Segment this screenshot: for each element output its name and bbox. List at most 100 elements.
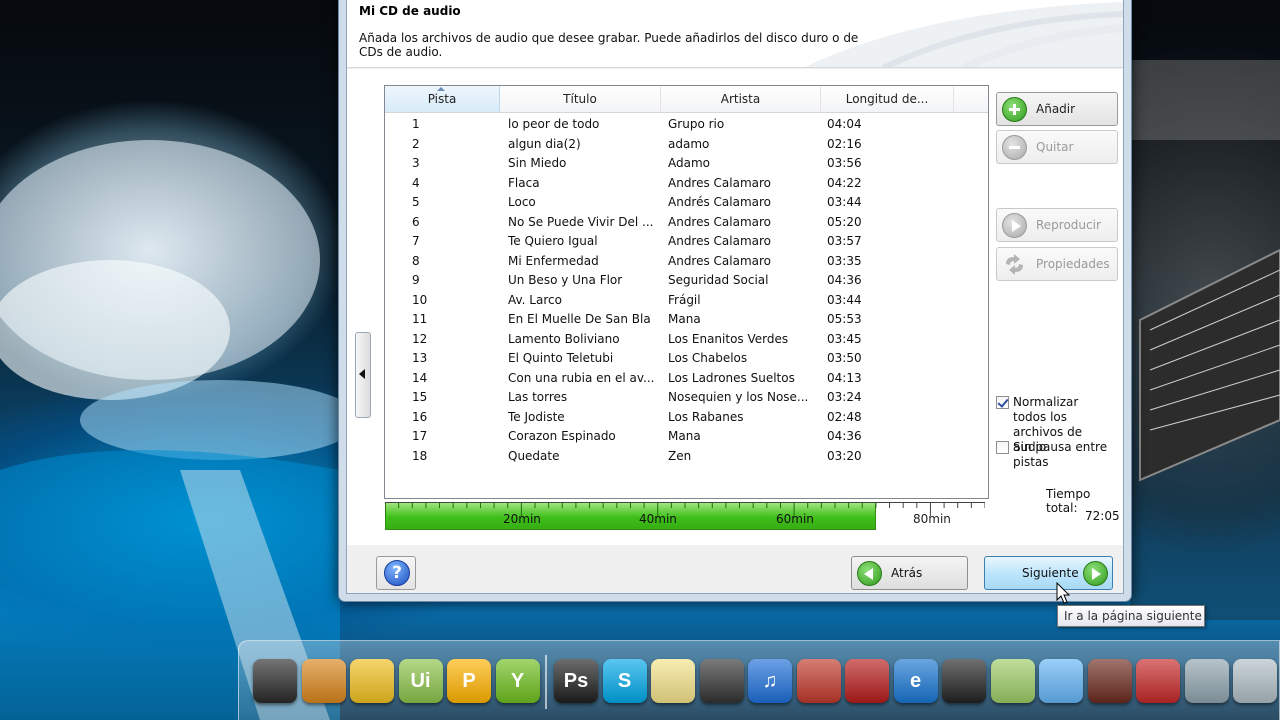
track-number: 7 [412, 234, 420, 248]
track-row[interactable]: 18 Quedate Zen 03:20 [385, 447, 988, 467]
track-title: algun dia(2) [508, 136, 581, 151]
wizard-content: Pista Título Artista Longitud de... 1 lo … [347, 69, 1123, 545]
track-list-body: 1 lo peor de todo Grupo rio 04:04 2 algun dia… [385, 115, 988, 498]
keyboard-icon[interactable] [1087, 659, 1132, 703]
track-length: 03:20 [827, 448, 862, 463]
dictionary-icon[interactable] [796, 659, 841, 703]
track-title: Las torres [508, 390, 568, 404]
capacity-label-80: 80min [913, 512, 951, 526]
monitor-icon[interactable] [253, 659, 297, 703]
track-list[interactable]: Pista Título Artista Longitud de... 1 lo … [384, 85, 989, 499]
recycle-bin-icon[interactable] [1233, 659, 1277, 703]
track-row[interactable]: 16 Te Jodiste Los Rabanes 02:48 [385, 408, 988, 428]
track-number: 16 [412, 409, 428, 424]
track-row[interactable]: 2 algun dia(2) adamo 02:16 [385, 135, 988, 155]
track-title: Lamento Boliviano [508, 331, 620, 346]
track-length: 03:50 [827, 351, 862, 365]
collapse-panel-handle[interactable] [355, 332, 371, 418]
book-icon[interactable] [301, 659, 346, 703]
track-row[interactable]: 9 Un Beso y Una Flor Seguridad Social 04:36 [385, 271, 988, 291]
track-number: 3 [412, 156, 420, 170]
track-length: 03:44 [827, 195, 862, 209]
skype-icon[interactable]: S [602, 659, 647, 703]
phone-icon[interactable] [699, 659, 744, 703]
column-header-pista[interactable]: Pista [385, 86, 500, 112]
camera-icon[interactable] [942, 659, 986, 703]
column-header-artista[interactable]: Artista [661, 86, 821, 112]
compass-icon[interactable] [1184, 659, 1229, 703]
track-artist: Mana [668, 312, 701, 326]
column-label: Pista [427, 92, 457, 106]
track-row[interactable]: 13 El Quinto Teletubi Los Chabelos 03:50 [385, 349, 988, 369]
track-row[interactable]: 10 Av. Larco Frágil 03:44 [385, 291, 988, 311]
mouse-cursor [1056, 582, 1071, 604]
track-row[interactable]: 14 Con una rubia en el av... Los Ladrones … [385, 369, 988, 389]
capacity-label-20: 20min [503, 512, 541, 526]
remove-button[interactable]: Quitar [996, 130, 1118, 164]
app-p-icon[interactable]: P [447, 659, 491, 703]
track-row[interactable]: 1 lo peor de todo Grupo rio 04:04 [385, 115, 988, 135]
sunflower-icon[interactable] [350, 659, 394, 703]
add-button[interactable]: Añadir [996, 92, 1118, 126]
no-gap-label: Sin pausa entre pistas [1013, 440, 1108, 469]
total-time-value: 72:05 [1085, 509, 1120, 523]
track-number: 14 [412, 370, 428, 385]
track-length: 04:13 [827, 370, 862, 385]
track-artist: Los Enanitos Verdes [668, 331, 789, 346]
track-number: 2 [412, 136, 420, 151]
track-length: 03:56 [827, 156, 862, 170]
track-length: 05:20 [827, 214, 862, 229]
track-row[interactable]: 4 Flaca Andres Calamaro 04:22 [385, 174, 988, 194]
track-artist: Los Ladrones Sueltos [668, 370, 795, 385]
burn-wizard-window: Mi CD de audio Añada los archivos de aud… [338, 0, 1132, 602]
next-button[interactable]: Siguiente [984, 556, 1113, 590]
properties-button[interactable]: Propiedades [996, 247, 1118, 281]
track-number: 1 [412, 117, 420, 131]
sort-ascending-icon [437, 87, 445, 91]
internet-explorer-icon[interactable]: e [893, 659, 938, 703]
track-row[interactable]: 7 Te Quiero Igual Andres Calamaro 03:57 [385, 232, 988, 252]
track-title: En El Muelle De San Bla [508, 312, 651, 326]
photoshop-icon[interactable]: Ps [554, 659, 598, 703]
track-length: 02:16 [827, 136, 862, 151]
wallpaper-splash [0, 140, 340, 720]
people-icon[interactable] [1136, 659, 1180, 703]
track-row[interactable]: 17 Corazon Espinado Mana 04:36 [385, 427, 988, 447]
back-button[interactable]: Atrás [851, 556, 968, 590]
track-row[interactable]: 3 Sin Miedo Adamo 03:56 [385, 154, 988, 174]
track-row[interactable]: 12 Lamento Boliviano Los Enanitos Verdes 03… [385, 330, 988, 350]
column-header-longitud[interactable]: Longitud de... [821, 86, 954, 112]
wizard-description: Añada los archivos de audio que desee gr… [359, 31, 859, 59]
track-row[interactable]: 15 Las torres Nosequien y los Nose... 03:24 [385, 388, 988, 408]
wizard-title: Mi CD de audio [359, 4, 461, 18]
track-row[interactable]: 5 Loco Andrés Calamaro 03:44 [385, 193, 988, 213]
notes-icon[interactable] [651, 659, 695, 703]
next-button-label: Siguiente [1022, 566, 1079, 580]
track-title: Te Quiero Igual [508, 234, 598, 248]
app-network-icon[interactable]: Y [495, 659, 540, 703]
normalize-checkbox[interactable] [996, 396, 1009, 409]
app-ui-icon[interactable]: Ui [398, 659, 443, 703]
track-title: Un Beso y Una Flor [508, 273, 623, 287]
paint-icon[interactable] [845, 659, 889, 703]
itunes-icon[interactable]: ♫ [748, 659, 792, 703]
play-button[interactable]: Reproducir [996, 208, 1118, 242]
track-artist: Los Chabelos [668, 351, 748, 365]
track-artist: Adamo [668, 156, 710, 170]
track-title: Te Jodiste [508, 409, 565, 424]
track-title: Corazon Espinado [508, 429, 616, 443]
track-row[interactable]: 6 No Se Puede Vivir Del ... Andres Calamar… [385, 213, 988, 233]
column-header-titulo[interactable]: Título [500, 86, 661, 112]
track-length: 04:36 [827, 273, 862, 287]
help-button[interactable]: ? [376, 556, 416, 590]
track-artist: Seguridad Social [668, 273, 769, 287]
track-length: 04:22 [827, 175, 862, 190]
track-row[interactable]: 11 En El Muelle De San Bla Mana 05:53 [385, 310, 988, 330]
track-row[interactable]: 8 Mi Enfermedad Andres Calamaro 03:35 [385, 252, 988, 272]
no-gap-checkbox[interactable] [996, 441, 1009, 454]
note-paper-icon[interactable] [990, 659, 1035, 703]
address-card-icon[interactable] [1039, 659, 1083, 703]
track-number: 13 [412, 351, 428, 365]
capacity-label-60: 60min [776, 512, 814, 526]
back-arrow-icon [857, 561, 882, 586]
